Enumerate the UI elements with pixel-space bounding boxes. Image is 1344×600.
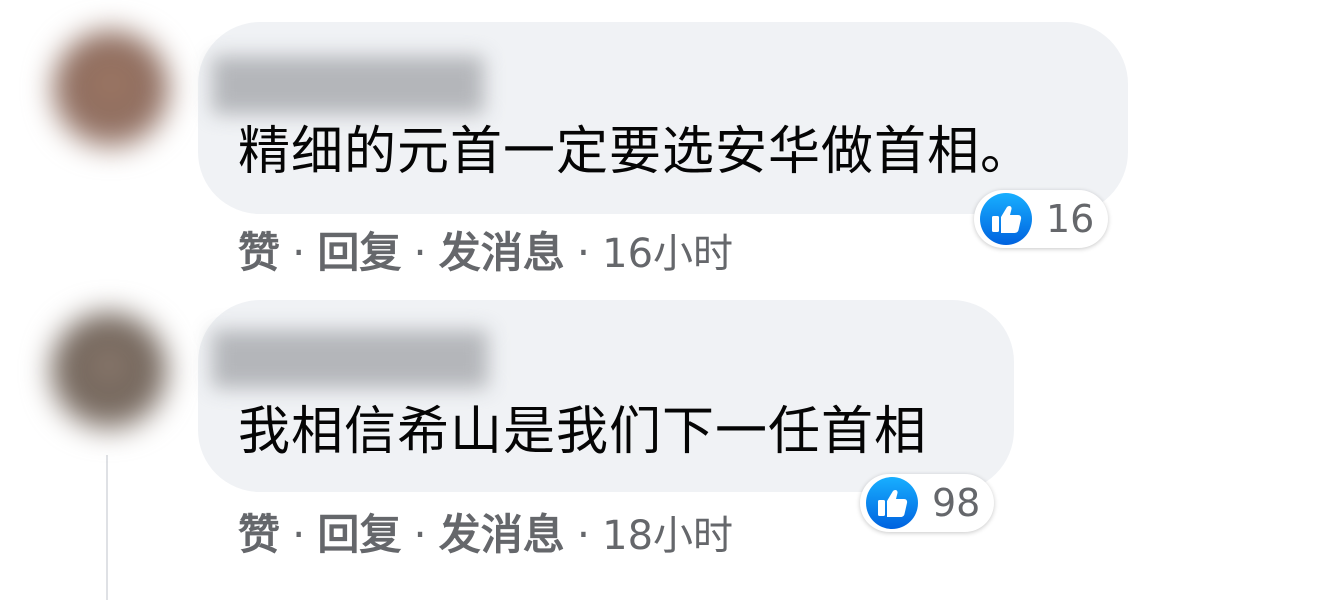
reply-button[interactable]: 回复 bbox=[317, 510, 401, 560]
separator: · bbox=[413, 510, 427, 559]
timestamp[interactable]: 16小时 bbox=[602, 229, 733, 279]
send-message-button[interactable]: 发消息 bbox=[439, 228, 565, 278]
thumbs-up-icon bbox=[980, 193, 1032, 245]
comment-actions: 赞 · 回复 · 发消息 · 16小时 bbox=[238, 228, 733, 279]
reply-thread-line bbox=[106, 455, 108, 600]
reaction-count: 16 bbox=[1046, 197, 1095, 241]
author-name-redacted[interactable] bbox=[212, 56, 484, 114]
separator: · bbox=[292, 510, 306, 559]
reaction-summary[interactable]: 16 bbox=[974, 190, 1109, 248]
avatar[interactable] bbox=[50, 312, 168, 430]
comments-section: 精细的元首一定要选安华做首相。 16 赞 · 回复 · 发消息 · 16小时 我… bbox=[0, 0, 1344, 600]
comment-text: 我相信希山是我们下一任首相 bbox=[238, 402, 928, 462]
reply-button[interactable]: 回复 bbox=[317, 228, 401, 278]
reaction-count: 98 bbox=[932, 481, 981, 525]
separator: · bbox=[576, 510, 591, 559]
avatar[interactable] bbox=[52, 30, 170, 148]
like-button[interactable]: 赞 bbox=[238, 228, 280, 278]
comment-bubble: 我相信希山是我们下一任首相 bbox=[198, 300, 1014, 492]
separator: · bbox=[413, 228, 427, 277]
separator: · bbox=[292, 228, 306, 277]
send-message-button[interactable]: 发消息 bbox=[439, 510, 565, 560]
author-name-redacted[interactable] bbox=[212, 330, 488, 388]
like-button[interactable]: 赞 bbox=[238, 510, 280, 560]
comment-text: 精细的元首一定要选安华做首相。 bbox=[238, 122, 1034, 182]
reaction-summary[interactable]: 98 bbox=[860, 474, 995, 532]
comment-actions: 赞 · 回复 · 发消息 · 18小时 bbox=[238, 510, 733, 561]
comment-bubble: 精细的元首一定要选安华做首相。 bbox=[198, 22, 1128, 214]
separator: · bbox=[576, 228, 591, 277]
timestamp[interactable]: 18小时 bbox=[602, 511, 733, 561]
thumbs-up-icon bbox=[866, 477, 918, 529]
